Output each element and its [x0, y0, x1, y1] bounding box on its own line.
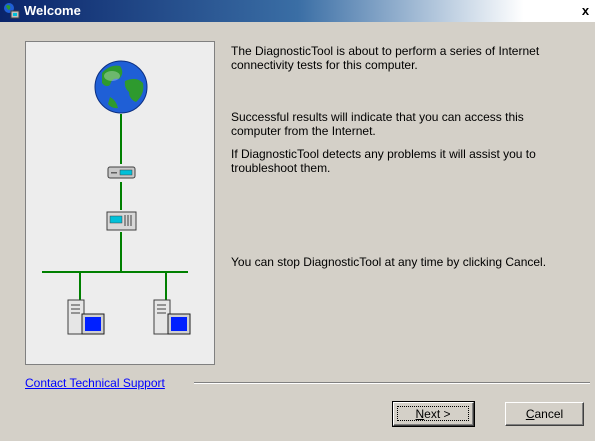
title-bar[interactable]: Welcome x [0, 0, 595, 22]
stop-text: You can stop DiagnosticTool at any time … [231, 255, 547, 269]
modem-icon [107, 166, 136, 179]
cancel-button[interactable]: Cancel [505, 402, 584, 426]
intro-text: The DiagnosticTool is about to perform a… [231, 44, 540, 72]
cancel-button-label: Cancel [525, 407, 564, 421]
success-text: Successful results will indicate that yo… [231, 110, 524, 138]
computer-icon [67, 299, 105, 335]
app-icon [4, 3, 20, 19]
close-button[interactable]: x [578, 4, 593, 18]
network-illustration [25, 41, 215, 365]
network-lines [42, 114, 188, 300]
window-title: Welcome [24, 3, 81, 18]
separator [194, 382, 590, 384]
router-icon [106, 211, 137, 231]
contact-support-link[interactable]: Contact Technical Support [25, 376, 165, 390]
welcome-dialog: Welcome x The DiagnosticTool is about to… [0, 0, 595, 441]
computer-icon [153, 299, 191, 335]
globe-icon [94, 60, 148, 114]
next-button-label: Next > [397, 406, 469, 421]
problems-text: If DiagnosticTool detects any problems i… [231, 147, 536, 175]
next-button[interactable]: Next > [392, 401, 475, 427]
